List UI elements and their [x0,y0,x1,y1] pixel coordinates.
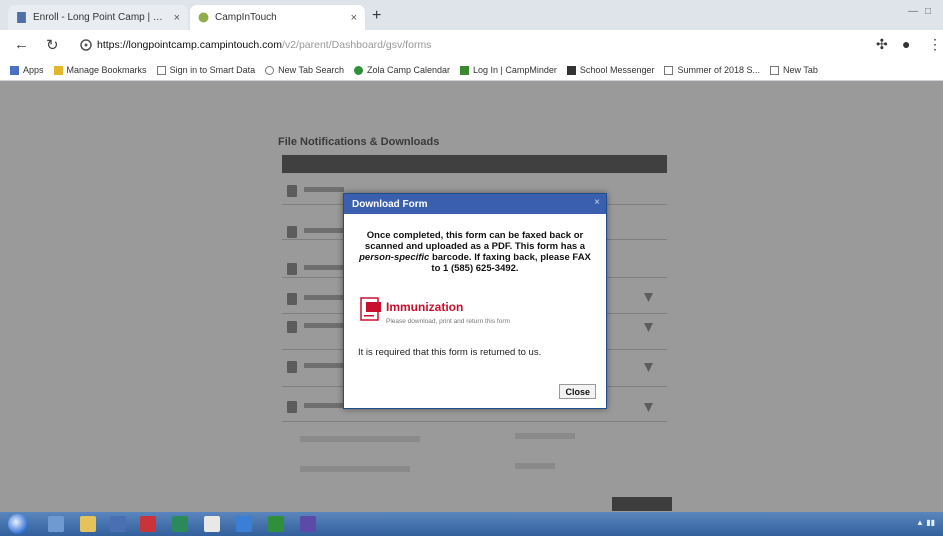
extension-icon[interactable]: ✣ [876,36,888,53]
bookmark-label: New Tab [783,65,818,75]
form-name-placeholder [300,466,410,472]
download-arrow-icon [644,403,653,412]
close-button[interactable]: Close [559,384,596,399]
taskbar-app-icon[interactable] [110,516,126,532]
form-name-placeholder [304,265,344,270]
pdf-document-icon[interactable] [360,297,382,323]
bookmark-label: Sign in to Smart Data [169,65,256,75]
form-file-icon [287,226,297,238]
message-text: Once completed, this form can be faxed b… [364,230,586,252]
window-controls-icon[interactable]: — □ [908,6,933,17]
url-path: /v2/parent/Dashboard/gsv/forms [282,39,432,51]
message-text: barcode. If faxing back, please FAX to 1… [431,252,591,274]
download-form-dialog: Download Form × Once completed, this for… [343,193,607,409]
start-button-icon[interactable] [8,514,28,534]
document-subtitle: Please download, print and return this f… [386,318,510,325]
browser-tab-strip: Enroll - Long Point Camp | The × CampInT… [0,0,943,30]
page-icon [156,65,166,75]
chrome-icon[interactable] [204,516,220,532]
address-bar[interactable]: https://longpointcamp.campintouch.com /v… [80,34,840,56]
page-icon [770,65,780,75]
menu-dots-icon[interactable]: ⋮ [928,36,942,53]
form-file-icon [287,293,297,305]
bookmark-school-messenger[interactable]: School Messenger [566,65,655,75]
message-emphasis: person-specific [359,252,430,263]
dialog-close-icon[interactable]: × [594,197,600,208]
taskbar-app-icon[interactable] [172,516,188,532]
form-name-placeholder [300,436,420,442]
form-file-icon [287,185,297,197]
taskbar-app-icon[interactable] [48,516,64,532]
form-file-icon [287,401,297,413]
back-arrow-icon[interactable]: ← [14,36,29,53]
profile-icon[interactable]: ● [902,36,910,52]
browser-toolbar: ← ↻ https://longpointcamp.campintouch.co… [0,30,943,60]
leaf-icon [353,65,363,75]
bookmark-apps[interactable]: Apps [10,65,44,75]
messenger-icon [566,65,576,75]
document-icon [17,12,26,23]
folder-icon[interactable] [80,516,96,532]
form-status-placeholder [515,463,555,469]
browser-tab-campintouch[interactable]: CampInTouch × [190,5,365,30]
star-icon [53,65,63,75]
bookmark-smart-data[interactable]: Sign in to Smart Data [156,65,256,75]
system-tray-icon[interactable]: ▲ ▮▮ [916,518,935,527]
dialog-note: It is required that this form is returne… [358,347,542,358]
document-link[interactable]: Immunization [386,300,463,314]
form-name-placeholder [304,187,344,192]
bookmark-summer-2018[interactable]: Summer of 2018 S... [664,65,760,75]
tab-title: CampInTouch [215,12,277,23]
bookmark-label: School Messenger [579,65,655,75]
taskbar-app-icon[interactable] [236,516,252,532]
page-title: File Notifications & Downloads [278,136,440,148]
bookmark-campminder[interactable]: Log In | CampMinder [460,65,557,75]
bookmark-new-tab[interactable]: New Tab [770,65,818,75]
dialog-message: Once completed, this form can be faxed b… [354,230,596,274]
bookmark-label: Apps [23,65,44,75]
form-name-placeholder [304,403,344,408]
bookmarks-bar: Apps Manage Bookmarks Sign in to Smart D… [0,60,943,81]
url-host: https://longpointcamp.campintouch.com [97,39,283,51]
bookmark-label: Summer of 2018 S... [677,65,761,75]
form-name-placeholder [304,323,344,328]
bookmark-label: Log In | CampMinder [473,65,557,75]
bookmark-manage[interactable]: Manage Bookmarks [53,65,147,75]
form-status-placeholder [515,433,575,439]
bookmark-label: Manage Bookmarks [66,65,147,75]
table-row [282,421,667,422]
tab-title: Enroll - Long Point Camp | The [33,12,168,23]
form-file-icon [287,361,297,373]
forms-table-header [282,155,667,173]
bookmark-label: New Tab Search [278,65,344,75]
dialog-title: Download Form [344,194,606,214]
form-name-placeholder [304,363,344,368]
close-tab-icon[interactable]: × [351,12,357,24]
campintouch-favicon-icon [198,12,209,23]
windows-taskbar: ▲ ▮▮ [0,512,943,536]
site-info-icon [80,39,92,51]
form-name-placeholder [304,295,344,300]
download-arrow-icon [644,293,653,302]
reload-icon[interactable]: ↻ [46,36,59,54]
page-icon [664,65,674,75]
download-arrow-icon [644,363,653,372]
form-name-placeholder [304,228,344,233]
taskbar-app-icon[interactable] [268,516,284,532]
new-tab-button[interactable]: + [372,7,381,25]
bookmark-label: Zola Camp Calendar [366,65,451,75]
taskbar-app-icon[interactable] [300,516,316,532]
bookmark-camp-calendar[interactable]: Zola Camp Calendar [353,65,451,75]
browser-tab-enroll[interactable]: Enroll - Long Point Camp | The × [8,5,188,30]
page-button [612,497,672,511]
taskbar-app-icon[interactable] [140,516,156,532]
form-file-icon [287,321,297,333]
bookmark-new-tab-search[interactable]: New Tab Search [265,65,344,75]
campminder-icon [460,65,470,75]
search-icon [265,65,275,75]
close-tab-icon[interactable]: × [174,12,180,24]
download-arrow-icon [644,323,653,332]
apps-grid-icon [10,65,19,75]
form-file-icon [287,263,297,275]
